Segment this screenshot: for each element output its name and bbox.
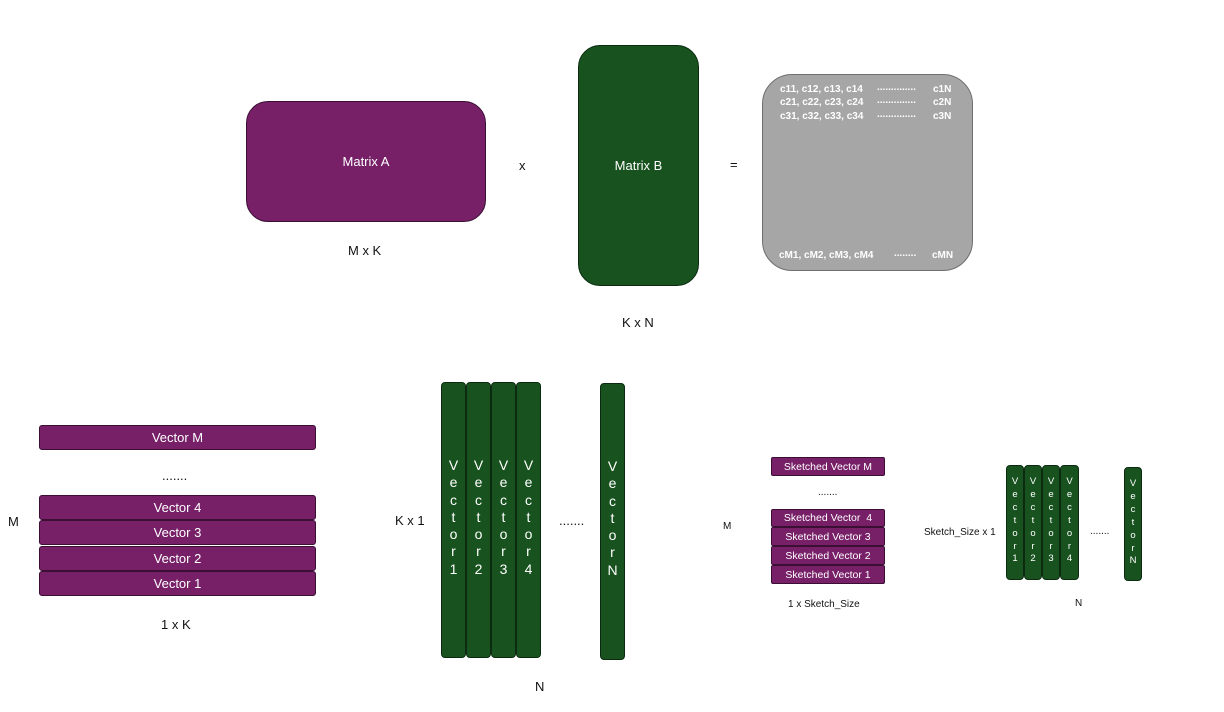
column-vector-2: V e c t o r 2 <box>466 382 491 658</box>
sketched-column-vector-n-label: V e c t o r N <box>1129 478 1137 567</box>
sketched-vector-2-label: Sketched Vector 2 <box>785 549 871 562</box>
sketched-columns-ellipsis: ....... <box>1090 526 1110 537</box>
columns-side-label: K x 1 <box>395 513 425 528</box>
result-row-2-dots: .............. <box>877 95 916 106</box>
sketched-rows-side-label: M <box>723 521 732 532</box>
sketched-column-vector-2: V e c t o r 2 <box>1024 465 1042 580</box>
columns-ellipsis: ....... <box>559 513 585 528</box>
matrix-a-title: Matrix A <box>342 154 390 169</box>
sketched-vector-4-label: Sketched Vector 4 <box>783 512 873 524</box>
result-last-row-end: cMN <box>932 250 954 261</box>
result-last-row-cells: cM1, cM2, cM3, cM4 <box>779 250 874 261</box>
equals-symbol: = <box>730 157 738 172</box>
sketched-column-vector-3-label: V e c t o r 3 <box>1047 476 1055 565</box>
vector-m-bar: Vector M <box>39 425 316 450</box>
sketched-vector-m-bar: Sketched Vector M <box>771 457 885 476</box>
sketched-vector-3-label: Sketched Vector 3 <box>785 530 871 543</box>
rows-dims: 1 x K <box>161 617 191 632</box>
vector-1-bar: Vector 1 <box>39 571 316 596</box>
result-row-1-dots: .............. <box>877 82 916 93</box>
result-last-row-dots: ........ <box>894 248 917 259</box>
vector-m-label: Vector M <box>151 430 204 445</box>
matrix-b-box: Matrix B <box>578 45 699 286</box>
vector-4-bar: Vector 4 <box>39 495 316 520</box>
sketched-column-vector-4-label: V e c t o r 4 <box>1066 476 1073 565</box>
result-row-3-cells: c31, c32, c33, c34 <box>780 111 864 122</box>
sketched-column-vector-4: V e c t o r 4 <box>1060 465 1079 580</box>
sketched-column-vector-n: V e c t o r N <box>1124 467 1142 581</box>
columns-dims: N <box>535 679 545 694</box>
matrix-b-title: Matrix B <box>614 158 663 173</box>
column-vector-n-label: V e c t o r N <box>607 458 618 578</box>
matrix-a-box: Matrix A <box>246 101 486 222</box>
sketched-rows-dims: 1 x Sketch_Size <box>788 599 860 610</box>
vector-1-label: Vector 1 <box>153 576 202 591</box>
column-vector-n: V e c t o r N <box>600 383 625 660</box>
vector-3-bar: Vector 3 <box>39 520 316 545</box>
result-row-1-cells: c11, c12, c13, c14 <box>780 84 863 95</box>
vector-2-label: Vector 2 <box>153 551 202 566</box>
result-row-1-end: c1N <box>933 84 952 95</box>
sketched-column-vector-1: V e c t o r 1 <box>1006 465 1024 580</box>
rows-ellipsis: ....... <box>162 468 188 483</box>
column-vector-4: V e c t o r 4 <box>516 382 541 658</box>
sketched-rows-ellipsis: ....... <box>818 487 838 498</box>
sketched-vector-m-label: Sketched Vector M <box>783 460 873 473</box>
column-vector-1-label: V e c t o r 1 <box>448 457 459 577</box>
column-vector-2-label: V e c t o r 2 <box>473 457 484 577</box>
column-vector-4-label: V e c t o r 4 <box>523 457 534 577</box>
column-vector-3: V e c t o r 3 <box>491 382 516 658</box>
result-row-3-end: c3N <box>933 111 952 122</box>
matrix-b-dims: K x N <box>622 315 654 330</box>
sketched-vector-2-bar: Sketched Vector 2 <box>771 546 885 565</box>
sketched-vector-1-bar: Sketched Vector 1 <box>771 565 885 584</box>
sketched-vector-1-label: Sketched Vector 1 <box>785 568 871 581</box>
sketched-column-vector-2-label: V e c t o r 2 <box>1029 476 1037 565</box>
sketched-columns-side-label: Sketch_Size x 1 <box>924 527 996 538</box>
sketched-column-vector-3: V e c t o r 3 <box>1042 465 1060 580</box>
vector-4-label: Vector 4 <box>153 500 202 515</box>
result-matrix-box: c11, c12, c13, c14 .............. c1N c2… <box>762 74 973 271</box>
vector-2-bar: Vector 2 <box>39 546 316 571</box>
column-vector-1: V e c t o r 1 <box>441 382 466 658</box>
sketched-columns-dims: N <box>1075 598 1083 609</box>
result-row-2-end: c2N <box>933 97 952 108</box>
result-row-3-dots: .............. <box>877 109 916 120</box>
sketched-vector-3-bar: Sketched Vector 3 <box>771 527 885 546</box>
result-row-2-cells: c21, c22, c23, c24 <box>780 97 864 108</box>
rows-side-label: M <box>8 514 19 529</box>
vector-3-label: Vector 3 <box>153 525 202 540</box>
sketched-column-vector-1-label: V e c t o r 1 <box>1011 476 1019 565</box>
matrix-a-dims: M x K <box>348 243 382 258</box>
times-symbol: x <box>519 158 526 173</box>
sketched-vector-4-bar: Sketched Vector 4 <box>771 509 885 527</box>
column-vector-3-label: V e c t o r 3 <box>498 457 509 577</box>
